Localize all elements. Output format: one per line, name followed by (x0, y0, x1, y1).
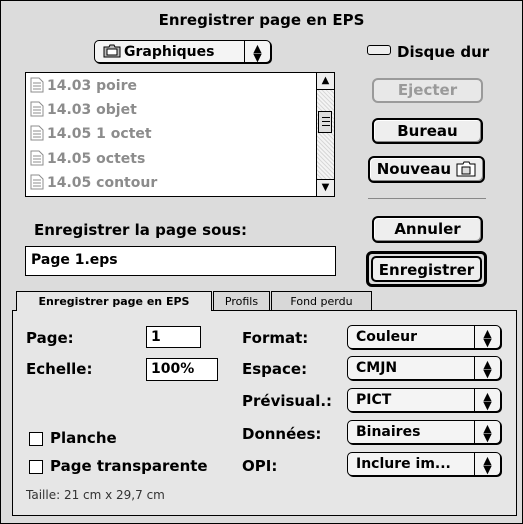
page-size-text: Taille: 21 cm x 29,7 cm (26, 488, 165, 502)
list-item-label: 14.05 octets (47, 151, 146, 167)
eps-options-panel: Page: 1 Echelle: 100% Planche Page trans… (12, 310, 517, 516)
disk-icon (367, 45, 391, 55)
list-item-label: 14.05 contour (47, 175, 158, 191)
popup-arrows-icon: ▲ ▼ (474, 389, 500, 411)
scale-label: Echelle: (26, 360, 93, 378)
data-label: Données: (242, 425, 322, 443)
cancel-button[interactable]: Annuler (372, 216, 483, 243)
popup-arrows-icon: ▲ ▼ (474, 357, 500, 379)
list-item[interactable]: 14.05 octets (30, 150, 145, 170)
new-folder-icon (456, 161, 476, 177)
spread-checkbox[interactable] (29, 432, 43, 446)
tab-bleed[interactable]: Fond perdu (271, 291, 372, 310)
document-icon (30, 174, 44, 190)
format-popup[interactable]: Couleur ▲ ▼ (347, 325, 501, 349)
folder-popup-label: Graphiques (124, 44, 215, 60)
scroll-down-arrow-icon[interactable]: ▼ (317, 179, 334, 196)
space-popup[interactable]: CMJN ▲ ▼ (347, 356, 501, 380)
list-item[interactable]: 14.03 poire (30, 77, 137, 97)
file-list-scrollbar[interactable]: ▲ ▼ (316, 73, 334, 196)
popup-arrows-icon: ▲ ▼ (474, 421, 500, 443)
document-icon (30, 125, 44, 141)
filename-field[interactable]: Page 1.eps (25, 246, 336, 276)
scroll-thumb[interactable] (318, 111, 332, 133)
opi-label: OPI: (242, 457, 278, 475)
save-as-label: Enregistrer la page sous: (34, 221, 247, 239)
eject-button[interactable]: Ejecter (372, 78, 483, 103)
page-field[interactable]: 1 (146, 326, 201, 348)
transparent-page-label: Page transparente (50, 457, 208, 475)
scroll-up-arrow-icon[interactable]: ▲ (317, 73, 334, 90)
preview-label: Prévisual.: (242, 392, 333, 410)
list-item[interactable]: 14.03 objet (30, 101, 137, 121)
popup-arrows-icon: ▲ ▼ (474, 453, 500, 475)
preview-popup-value: PICT (356, 392, 392, 408)
document-icon (30, 77, 44, 93)
list-item-label: 14.03 poire (47, 78, 137, 94)
save-button[interactable]: Enregistrer (366, 251, 487, 287)
opi-popup-value: Inclure im... (356, 456, 451, 472)
disk-label: Disque dur (367, 43, 489, 61)
opi-popup[interactable]: Inclure im... ▲ ▼ (347, 452, 501, 476)
desktop-button[interactable]: Bureau (372, 118, 483, 144)
page-label: Page: (26, 329, 74, 347)
dialog-title: Enregistrer page en EPS (158, 11, 365, 29)
new-folder-button[interactable]: Nouveau (368, 156, 485, 183)
new-folder-label: Nouveau (376, 160, 452, 178)
list-item-label: 14.05 1 octet (47, 126, 152, 142)
space-label: Espace: (242, 360, 308, 378)
folder-popup[interactable]: Graphiques ▲ ▼ (94, 40, 271, 63)
folder-icon (103, 44, 121, 58)
document-icon (30, 101, 44, 117)
popup-arrows-icon: ▲ ▼ (244, 41, 270, 63)
space-popup-value: CMJN (356, 360, 398, 376)
preview-popup[interactable]: PICT ▲ ▼ (347, 388, 501, 412)
save-button-inner: Enregistrer (371, 256, 482, 282)
save-eps-dialog: Enregistrer page en EPS Graphiques ▲ ▼ Di… (0, 0, 523, 524)
format-popup-value: Couleur (356, 329, 418, 345)
list-item-label: 14.03 objet (47, 102, 137, 118)
disk-name: Disque dur (397, 43, 490, 61)
format-label: Format: (242, 329, 309, 347)
list-item[interactable]: 14.05 contour (30, 174, 157, 194)
transparent-page-checkbox[interactable] (29, 460, 43, 474)
list-item[interactable]: 14.05 1 octet (30, 125, 152, 145)
separator (368, 198, 486, 199)
popup-arrows-icon: ▲ ▼ (474, 326, 500, 348)
file-list[interactable]: 14.03 poire 14.03 objet 14.05 1 octet 14… (25, 72, 335, 197)
data-popup[interactable]: Binaires ▲ ▼ (347, 420, 501, 444)
data-popup-value: Binaires (356, 424, 421, 440)
scroll-track[interactable] (317, 90, 334, 179)
scale-field[interactable]: 100% (146, 358, 218, 381)
spread-label: Planche (50, 429, 117, 447)
tab-profiles[interactable]: Profils (213, 291, 270, 310)
document-icon (30, 150, 44, 166)
tab-eps[interactable]: Enregistrer page en EPS (16, 291, 212, 311)
